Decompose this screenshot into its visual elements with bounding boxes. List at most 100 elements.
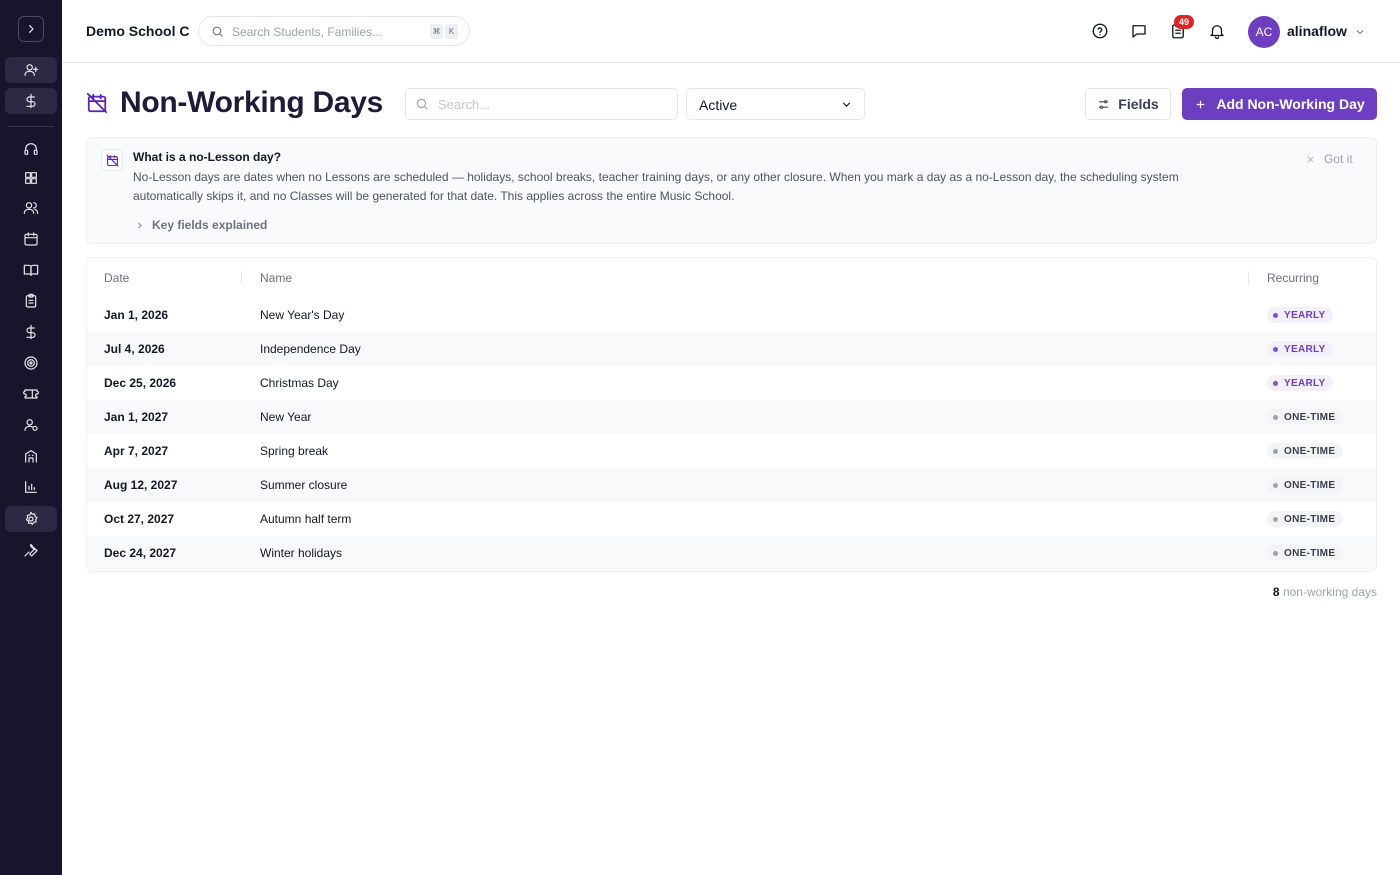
chevron-right-icon xyxy=(138,222,142,228)
building-icon xyxy=(25,450,37,463)
global-search-input[interactable]: Search Students, Families... ⌘ K xyxy=(198,16,470,46)
add-non-working-day-button[interactable]: Add Non-Working Day xyxy=(1182,88,1377,120)
table-header: Date Name Recurring xyxy=(87,258,1376,298)
record-count-number: 8 xyxy=(1272,585,1280,599)
table-row[interactable]: Apr 7, 2027 Spring break ONE-TIME xyxy=(87,434,1376,468)
recurring-badge: ONE-TIME xyxy=(1267,545,1344,561)
date-cell: Oct 27, 2027 xyxy=(104,512,175,526)
recurring-label: YEARLY xyxy=(1284,343,1326,355)
name-cell: New Year's Day xyxy=(260,308,345,322)
notifications-button[interactable] xyxy=(1207,21,1227,41)
user-menu-chevron-icon[interactable] xyxy=(1354,25,1366,43)
sidebar-item-calendar[interactable] xyxy=(5,226,57,252)
recurring-label: ONE-TIME xyxy=(1284,479,1336,491)
school-name[interactable]: Demo School C xyxy=(86,23,189,39)
sidebar-expand-button[interactable] xyxy=(18,16,44,42)
sidebar-item-goals[interactable] xyxy=(5,350,57,376)
sidebar-item-tasks[interactable] xyxy=(5,288,57,314)
column-header-date[interactable]: Date xyxy=(104,271,129,285)
sidebar xyxy=(0,0,62,875)
table-row[interactable]: Jan 1, 2027 New Year ONE-TIME xyxy=(87,400,1376,434)
chat-icon xyxy=(1132,25,1146,38)
column-divider[interactable] xyxy=(241,271,242,285)
search-input[interactable]: Search... xyxy=(405,88,678,120)
status-filter-select[interactable]: Active xyxy=(686,88,865,120)
status-dot xyxy=(1273,346,1278,352)
sidebar-item-billing[interactable] xyxy=(5,319,57,345)
global-search-placeholder: Search Students, Families... xyxy=(232,25,383,39)
date-cell: Jan 1, 2027 xyxy=(104,410,169,424)
sidebar-item-library[interactable] xyxy=(5,257,57,283)
sidebar-item-tickets[interactable] xyxy=(5,381,57,407)
date-cell: Jan 1, 2026 xyxy=(104,308,169,322)
dollar-icon xyxy=(26,324,36,340)
column-divider[interactable] xyxy=(1248,271,1249,285)
status-dot xyxy=(1273,550,1278,556)
messages-button[interactable] xyxy=(1129,21,1149,41)
help-circle-icon xyxy=(1092,23,1108,39)
recurring-label: ONE-TIME xyxy=(1284,445,1336,457)
sidebar-item-staff[interactable] xyxy=(5,412,57,438)
name-cell: New Year xyxy=(260,410,312,424)
sidebar-item-payments[interactable] xyxy=(5,88,57,114)
sidebar-item-support[interactable] xyxy=(5,136,57,162)
non-working-days-table: Date Name Recurring Jan 1, 2026 New Year… xyxy=(86,257,1377,572)
name-cell: Independence Day xyxy=(260,342,361,356)
table-row[interactable]: Aug 12, 2027 Summer closure ONE-TIME xyxy=(87,468,1376,502)
date-cell: Dec 24, 2027 xyxy=(104,546,177,560)
sidebar-divider xyxy=(8,126,54,127)
sidebar-item-locations[interactable] xyxy=(5,443,57,469)
plus-icon xyxy=(1197,100,1205,108)
fields-button-label: Fields xyxy=(1118,96,1159,112)
table-row[interactable]: Dec 24, 2027 Winter holidays ONE-TIME xyxy=(87,536,1376,570)
dashboard-icon xyxy=(25,172,37,184)
status-dot xyxy=(1273,414,1278,420)
status-dot xyxy=(1273,448,1278,454)
name-cell: Christmas Day xyxy=(260,376,339,390)
table-row[interactable]: Oct 27, 2027 Autumn half term ONE-TIME xyxy=(87,502,1376,536)
target-icon xyxy=(24,356,38,370)
calendar-off-icon xyxy=(101,149,123,171)
recurring-label: YEARLY xyxy=(1284,309,1326,321)
sidebar-item-people[interactable] xyxy=(5,195,57,221)
info-title: What is a no-Lesson day? xyxy=(133,150,282,164)
name-cell: Summer closure xyxy=(260,478,348,492)
book-icon xyxy=(23,264,39,276)
sidebar-item-dashboard[interactable] xyxy=(5,165,57,191)
name-cell: Winter holidays xyxy=(260,546,343,560)
name-cell: Autumn half term xyxy=(260,512,352,526)
search-icon xyxy=(415,97,429,116)
date-cell: Apr 7, 2027 xyxy=(104,444,169,458)
table-row[interactable]: Jan 1, 2026 New Year's Day YEARLY xyxy=(87,298,1376,332)
user-avatar[interactable]: AC xyxy=(1248,16,1280,48)
gear-icon xyxy=(25,511,38,525)
table-row[interactable]: Dec 25, 2026 Christmas Day YEARLY xyxy=(87,366,1376,400)
recurring-badge: ONE-TIME xyxy=(1267,477,1344,493)
search-placeholder: Search... xyxy=(438,97,491,112)
key-fields-toggle[interactable]: Key fields explained xyxy=(135,218,267,232)
column-header-recurring[interactable]: Recurring xyxy=(1267,271,1319,285)
headset-icon xyxy=(24,143,38,155)
sidebar-item-add-student[interactable] xyxy=(5,57,57,83)
user-name[interactable]: alinaflow xyxy=(1287,23,1347,39)
column-header-name[interactable]: Name xyxy=(260,271,292,285)
sidebar-item-settings[interactable] xyxy=(5,506,57,532)
add-button-label: Add Non-Working Day xyxy=(1216,96,1365,112)
tasks-count-badge: 49 xyxy=(1174,15,1194,29)
help-button[interactable] xyxy=(1090,21,1110,41)
bar-chart-icon xyxy=(25,481,37,493)
sidebar-item-reports[interactable] xyxy=(5,474,57,500)
recurring-label: ONE-TIME xyxy=(1284,411,1336,423)
status-filter-value: Active xyxy=(699,97,738,113)
table-row[interactable]: Jul 4, 2026 Independence Day YEARLY xyxy=(87,332,1376,366)
sidebar-item-tools[interactable] xyxy=(5,537,57,563)
recurring-label: YEARLY xyxy=(1284,377,1326,389)
recurring-badge: ONE-TIME xyxy=(1267,511,1344,527)
name-cell: Spring break xyxy=(260,444,329,458)
chevron-down-icon xyxy=(840,98,853,116)
fields-button[interactable]: Fields xyxy=(1085,88,1171,120)
status-dot xyxy=(1273,516,1278,522)
dismiss-info-button[interactable]: Got it xyxy=(1306,152,1353,166)
recurring-badge: ONE-TIME xyxy=(1267,443,1344,459)
user-settings-icon xyxy=(24,419,38,431)
